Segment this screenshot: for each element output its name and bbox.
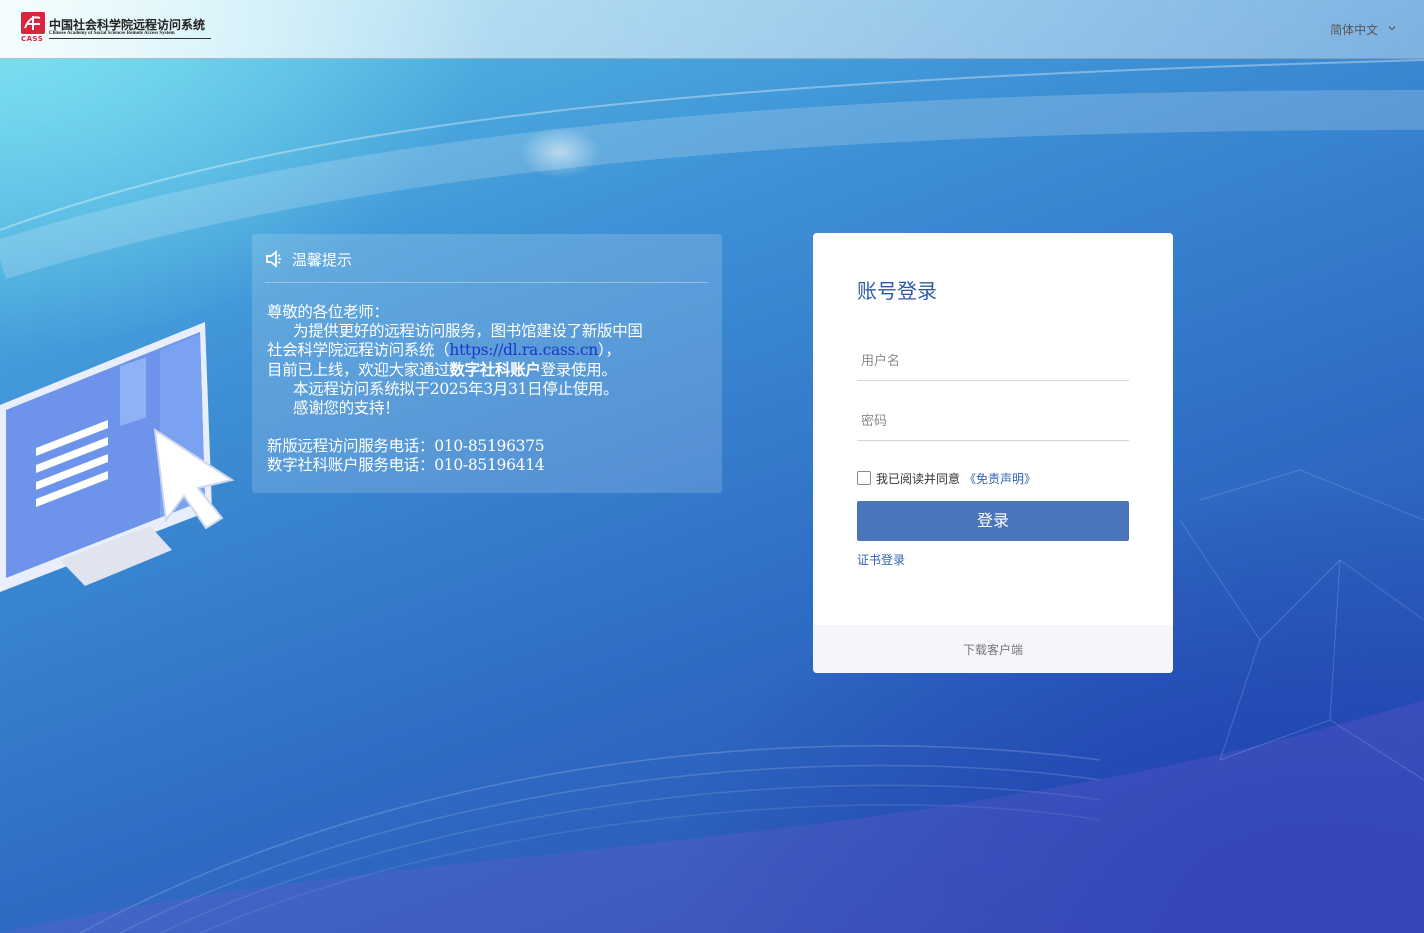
download-client-link[interactable]: 下载客户端 xyxy=(813,641,1173,658)
notice-text: 目前已上线，欢迎大家通过 xyxy=(267,361,450,379)
notice-panel: 温馨提示 尊敬的各位老师： 为提供更好的远程访问服务，图书馆建设了新版中国 社会… xyxy=(252,234,722,493)
top-header: CASS 中国社会科学院远程访问系统 Chinese Academy of So… xyxy=(0,0,1424,59)
disclaimer-link[interactable]: 《免责声明》 xyxy=(964,470,1036,487)
notice-greeting: 尊敬的各位老师： xyxy=(267,303,389,321)
logo-divider xyxy=(49,38,211,39)
login-card: 账号登录 我已阅读并同意 《免责声明》 登录 证书登录 下载客户端 xyxy=(813,233,1173,673)
service-phone: 数字社科账户服务电话：010-85196414 xyxy=(267,456,545,474)
language-label: 简体中文 xyxy=(1330,23,1379,37)
monitor-illustration xyxy=(0,322,235,592)
notice-line: 本远程访问系统拟于2025年3月31日停止使用。 xyxy=(293,380,619,398)
logo-abbr: CASS xyxy=(21,35,44,43)
username-input[interactable] xyxy=(857,341,1129,381)
notice-line: 社会科学院远程访问系统（https://dl.ra.cass.cn）， xyxy=(267,341,717,360)
notice-text: 登录使用。 xyxy=(540,361,617,379)
notice-line: 感谢您的支持！ xyxy=(293,399,400,417)
notice-bold-text: 数字社科账户 xyxy=(449,360,541,379)
notice-line: 目前已上线，欢迎大家通过数字社科账户登录使用。 xyxy=(267,360,717,380)
notice-title: 温馨提示 xyxy=(292,251,353,269)
notice-line: 为提供更好的远程访问服务，图书馆建设了新版中国 xyxy=(293,322,643,340)
notice-body: 尊敬的各位老师： 为提供更好的远程访问服务，图书馆建设了新版中国 社会科学院远程… xyxy=(267,303,717,475)
agree-label: 我已阅读并同意 xyxy=(876,472,961,486)
certificate-login-link[interactable]: 证书登录 xyxy=(857,551,905,568)
login-title: 账号登录 xyxy=(857,279,937,303)
new-system-link[interactable]: https://dl.ra.cass.cn xyxy=(449,341,598,359)
notice-header: 温馨提示 xyxy=(265,248,708,283)
agree-checkbox[interactable] xyxy=(857,471,871,485)
language-selector[interactable]: 简体中文 xyxy=(1330,21,1396,38)
login-button[interactable]: 登录 xyxy=(857,501,1129,541)
card-footer: 下载客户端 xyxy=(813,625,1173,673)
notice-text: 社会科学院远程访问系统（ xyxy=(267,341,450,359)
password-input[interactable] xyxy=(857,401,1129,441)
speaker-icon xyxy=(266,250,281,268)
logo-title-en: Chinese Academy of Social Sciences Remot… xyxy=(49,31,175,36)
chevron-down-icon xyxy=(1388,26,1396,31)
service-phone: 新版远程访问服务电话：010-85196375 xyxy=(267,437,545,455)
notice-text: ）， xyxy=(597,341,621,359)
